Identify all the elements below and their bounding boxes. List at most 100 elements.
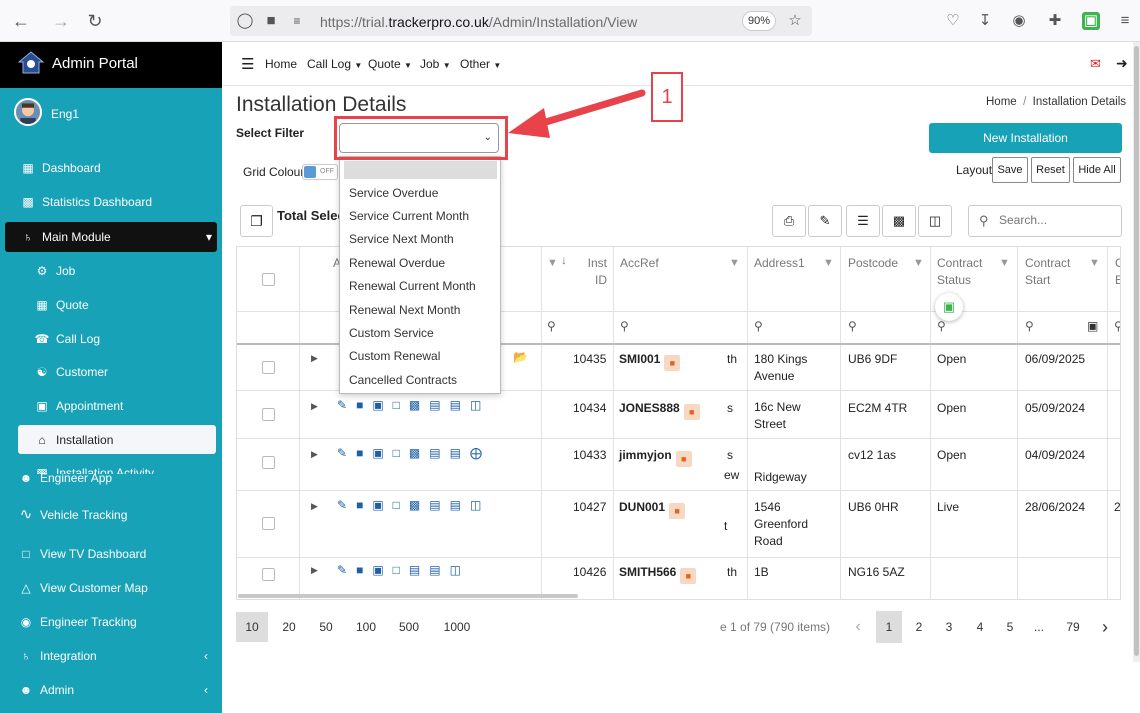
edit-icon[interactable]: ✎ xyxy=(337,446,356,460)
filter-option[interactable]: Custom Renewal xyxy=(349,349,440,363)
sidebar-item-engineer-app[interactable]: ☻ Engineer App xyxy=(18,467,112,489)
chat-widget-icon[interactable]: ▣ xyxy=(935,293,963,321)
address-bar[interactable]: ◯ ■ ≡ https://trial.trackerpro.co.uk/Adm… xyxy=(230,6,812,36)
sort-icon[interactable]: ↓ xyxy=(561,252,567,269)
page-number[interactable]: 5 xyxy=(997,611,1023,643)
nav-home[interactable]: Home xyxy=(265,57,297,71)
filter-icon[interactable]: ▼ xyxy=(999,257,1010,269)
filter-icon[interactable]: ▼ xyxy=(913,257,924,269)
open-folder-icon[interactable]: ◫ xyxy=(470,498,490,512)
layout-reset-button[interactable]: Reset xyxy=(1031,157,1070,183)
nav-other[interactable]: Other ▼ xyxy=(460,57,501,71)
pdf-icon[interactable]: ▤ xyxy=(429,498,449,512)
next-page-icon[interactable]: › xyxy=(1092,611,1118,643)
filter-option[interactable]: Renewal Overdue xyxy=(349,256,445,270)
print-icon[interactable]: ⎙ xyxy=(772,205,806,237)
column-header-address1[interactable]: Address1 xyxy=(754,255,805,272)
edit-icon[interactable]: ✎ xyxy=(337,398,356,412)
expand-row-icon[interactable]: ▶ xyxy=(311,449,318,460)
hamburger-icon[interactable]: ☰ xyxy=(241,55,254,73)
sidebar-item-quote[interactable]: ▦ Quote xyxy=(34,294,88,316)
page-size-option[interactable]: 500 xyxy=(394,612,424,642)
open-folder-icon[interactable]: ◫ xyxy=(450,563,470,577)
delete-icon[interactable]: ■ xyxy=(356,563,372,577)
lock-icon[interactable]: ■ xyxy=(675,451,692,467)
search-icon[interactable]: ⚲ xyxy=(547,319,556,333)
sidebar-item-view-tv-dashboard[interactable]: □ View TV Dashboard xyxy=(18,543,146,565)
company-logo[interactable] xyxy=(16,49,46,79)
search-icon[interactable]: ⚲ xyxy=(1025,319,1034,333)
filter-option[interactable]: Renewal Next Month xyxy=(349,303,460,317)
filter-option[interactable]: Renewal Current Month xyxy=(349,279,476,293)
breadcrumb-home[interactable]: Home xyxy=(986,96,1017,108)
scrollbar-thumb[interactable] xyxy=(1134,46,1139,656)
search-icon[interactable]: ⚲ xyxy=(620,319,629,333)
expand-row-icon[interactable]: ▶ xyxy=(311,565,318,576)
accref-link[interactable]: jimmyjon ■ xyxy=(619,447,692,467)
column-header-contract-status[interactable]: Contract Status xyxy=(937,255,982,289)
page-number[interactable]: 79 xyxy=(1060,611,1086,643)
sidebar-item-admin[interactable]: ☻ Admin ‹ xyxy=(18,679,208,701)
search-icon[interactable]: ⚲ xyxy=(848,319,857,333)
export-selected-icon[interactable]: ◫ xyxy=(918,205,952,237)
accref-link[interactable]: DUN001 ■ xyxy=(619,499,686,519)
sidebar-item-statistics-dashboard[interactable]: ▩ Statistics Dashboard xyxy=(20,191,152,213)
search-icon[interactable]: ⚲ xyxy=(754,319,763,333)
lock-icon[interactable]: ■ xyxy=(680,568,697,584)
page-scrollbar[interactable] xyxy=(1133,42,1140,662)
sidebar-item-appointment[interactable]: ▣ Appointment xyxy=(34,395,123,417)
logout-icon[interactable]: ➜ xyxy=(1116,55,1128,72)
reload-icon[interactable]: ↻ xyxy=(84,10,106,32)
filter-icon[interactable]: ▼ xyxy=(729,257,740,269)
lock-icon[interactable]: ■ xyxy=(262,12,280,30)
calendar-icon[interactable]: ▣ xyxy=(1087,319,1098,333)
calendar-icon[interactable]: ▣ xyxy=(372,446,392,460)
export-xlsx-icon[interactable]: ▩ xyxy=(882,205,916,237)
column-header-inst-id[interactable]: Inst ID xyxy=(587,255,607,289)
filter-icon[interactable]: ▼ xyxy=(1089,257,1100,269)
sidebar-item-vehicle-tracking[interactable]: ∿ Vehicle Tracking xyxy=(18,504,128,526)
extensions-icon[interactable]: ✚ xyxy=(1046,12,1064,30)
filter-option[interactable]: Service Overdue xyxy=(349,186,438,200)
page-size-option[interactable]: 50 xyxy=(311,612,341,642)
row-actions[interactable]: ✎■▣□▩▤▤◫ xyxy=(337,398,490,412)
accref-link[interactable]: JONES888 ■ xyxy=(619,400,700,420)
filter-option[interactable]: Service Next Month xyxy=(349,232,454,246)
add-folder-icon[interactable]: ⨁ xyxy=(470,446,491,460)
filter-icon[interactable]: ▼ xyxy=(823,257,834,269)
column-chooser-icon[interactable]: ☰ xyxy=(846,205,880,237)
expand-row-icon[interactable]: ▶ xyxy=(311,353,318,364)
layout-save-button[interactable]: Save xyxy=(992,157,1028,183)
column-header-accref[interactable]: AccRef xyxy=(620,255,659,272)
sidebar-item-engineer-tracking[interactable]: ◉ Engineer Tracking xyxy=(18,611,137,633)
menu-icon[interactable]: ≡ xyxy=(1116,12,1134,30)
sidebar-item-installation[interactable]: ⌂ Installation xyxy=(34,429,113,451)
row-checkbox[interactable] xyxy=(262,568,275,581)
page-size-option[interactable]: 100 xyxy=(351,612,381,642)
docx-icon[interactable]: ▤ xyxy=(429,563,449,577)
extension-app-icon[interactable]: ▣ xyxy=(1082,12,1100,30)
briefcase-icon[interactable]: ▩ xyxy=(409,498,429,512)
horizontal-scrollbar[interactable] xyxy=(238,594,578,598)
url-text[interactable]: https://trial.trackerpro.co.uk/Admin/Ins… xyxy=(320,14,637,30)
filter-option[interactable]: Custom Service xyxy=(349,326,434,340)
account-icon[interactable]: ◉ xyxy=(1010,12,1028,30)
notifications-icon[interactable]: ✉ xyxy=(1090,56,1101,72)
calendar-icon[interactable]: ▣ xyxy=(372,398,392,412)
download-icon[interactable]: ↧ xyxy=(976,12,994,30)
forward-icon[interactable]: → xyxy=(50,10,72,32)
sidebar-item-job[interactable]: ⚙ Job xyxy=(34,260,76,282)
expand-row-icon[interactable]: ▶ xyxy=(311,401,318,412)
page-number[interactable]: 2 xyxy=(906,611,932,643)
sidebar-item-call-log[interactable]: ☎ Call Log xyxy=(34,328,101,350)
row-actions[interactable]: ✎■▣□▩▤▤⨁ xyxy=(337,446,491,460)
permissions-icon[interactable]: ≡ xyxy=(288,12,306,30)
pdf-icon[interactable]: ▤ xyxy=(429,398,449,412)
zoom-level[interactable]: 90% xyxy=(742,11,776,31)
shield-icon[interactable]: ◯ xyxy=(236,12,254,30)
lock-icon[interactable]: ■ xyxy=(683,404,700,420)
sidebar-item-main-module[interactable]: ♄ Main Module ▾ xyxy=(20,226,213,248)
pocket-icon[interactable]: ♡ xyxy=(944,12,962,30)
row-actions[interactable]: ✎■▣□▩▤▤◫ xyxy=(337,498,490,512)
page-number[interactable]: 1 xyxy=(876,611,902,643)
